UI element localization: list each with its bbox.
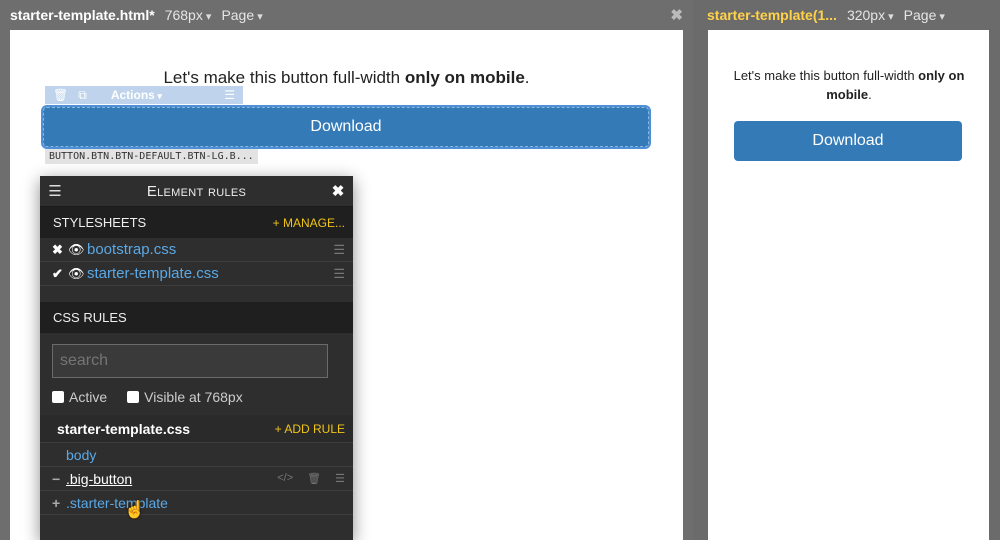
search-wrap	[40, 333, 353, 378]
download-button-selected[interactable]: Download	[41, 105, 651, 149]
visible-checkbox[interactable]: Visible at 768px	[127, 389, 243, 405]
close-icon[interactable]: ✖	[670, 6, 683, 24]
active-checkbox[interactable]: Active	[52, 389, 107, 405]
selection-toolbar: 🗑 ⧉ Actions ☰	[45, 86, 243, 104]
right-viewport-dropdown[interactable]: 320px	[847, 7, 894, 23]
right-pane: starter-template(1... 320px Page Let's m…	[697, 0, 1000, 540]
download-button-mobile[interactable]: Download	[734, 121, 962, 161]
rule-item[interactable]: body	[40, 443, 353, 467]
visible-label: Visible at 768px	[144, 389, 243, 405]
rule-file-header: starter-template.css + ADD RULE	[40, 415, 353, 443]
stylesheet-row[interactable]: ✖ 👁 bootstrap.css ☰	[40, 238, 353, 262]
stylesheet-name[interactable]: starter-template.css	[87, 265, 333, 282]
rule-name[interactable]: body	[66, 447, 345, 463]
eye-icon[interactable]: 👁	[68, 266, 87, 282]
selector-path: BUTTON.BTN.BTN-DEFAULT.BTN-LG.B...	[45, 149, 258, 164]
rule-tools: </> 🗑 ☰	[277, 472, 345, 485]
remove-icon[interactable]: ✖	[52, 242, 68, 258]
stylesheet-name[interactable]: bootstrap.css	[87, 241, 333, 258]
lead-end: .	[524, 68, 530, 87]
checkbox-box[interactable]	[127, 391, 140, 403]
right-preview-page: Let's make this button full-width only o…	[708, 30, 989, 540]
menu-icon[interactable]: ☰	[224, 88, 235, 102]
lead-end: .	[868, 87, 872, 102]
rule-name[interactable]: .big-button	[66, 471, 277, 487]
right-tab-title[interactable]: starter-template(1...	[707, 7, 837, 23]
check-icon[interactable]: ✔	[52, 266, 68, 282]
stylesheets-label: STYLESHEETS	[53, 215, 147, 230]
css-rules-header: CSS RULES	[40, 302, 353, 333]
rule-item[interactable]: + .starter-template	[40, 491, 353, 515]
rule-item-active[interactable]: − .big-button </> 🗑 ☰	[40, 467, 353, 491]
collapse-icon[interactable]: −	[52, 471, 66, 487]
actions-menu[interactable]: Actions	[111, 88, 162, 102]
rule-filters: Active Visible at 768px	[40, 378, 353, 405]
search-input[interactable]	[52, 344, 328, 378]
left-tabbar: starter-template.html* 768px Page ✖	[0, 0, 693, 30]
duplicate-icon[interactable]: ⧉	[78, 88, 87, 103]
panel-header: ☰ Element rules ✖	[40, 176, 353, 207]
active-label: Active	[69, 389, 108, 405]
drag-handle-icon[interactable]: ☰	[333, 242, 345, 258]
left-viewport-dropdown[interactable]: 768px	[165, 7, 212, 23]
panel-title: Element rules	[146, 182, 247, 200]
element-rules-panel: ☰ Element rules ✖ STYLESHEETS + MANAGE..…	[40, 176, 353, 540]
right-page-dropdown[interactable]: Page	[904, 7, 945, 23]
drag-handle-icon[interactable]: ☰	[333, 266, 345, 282]
css-rules-label: CSS RULES	[53, 310, 127, 325]
menu-icon[interactable]: ☰	[40, 182, 70, 200]
lead-text: Let's make this button full-width	[733, 68, 919, 83]
expand-icon[interactable]: +	[52, 495, 66, 511]
lead-text: Let's make this button full-width	[163, 68, 405, 87]
trash-icon[interactable]: 🗑	[53, 88, 68, 102]
left-tab-title[interactable]: starter-template.html*	[10, 7, 155, 23]
stylesheets-header: STYLESHEETS + MANAGE...	[40, 207, 353, 238]
eye-icon[interactable]: 👁	[68, 242, 87, 258]
hand-cursor-icon: ☝	[124, 500, 146, 519]
stylesheet-row[interactable]: ✔ 👁 starter-template.css ☰	[40, 262, 353, 286]
code-icon[interactable]: </>	[277, 472, 293, 485]
trash-icon[interactable]: 🗑	[307, 472, 321, 485]
lead-bold: only on mobile	[404, 68, 525, 87]
checkbox-box[interactable]	[52, 391, 64, 403]
lead-paragraph: Let's make this button full-width only o…	[10, 68, 683, 88]
rule-file-name: starter-template.css	[57, 420, 191, 437]
left-page-dropdown[interactable]: Page	[221, 7, 262, 23]
close-icon[interactable]: ✖	[323, 182, 353, 200]
editor-window: starter-template.html* 768px Page ✖ Let'…	[0, 0, 1000, 540]
right-tabbar: starter-template(1... 320px Page	[697, 0, 1000, 30]
add-rule-link[interactable]: + ADD RULE	[275, 422, 345, 436]
lead-paragraph-mobile: Let's make this button full-width only o…	[722, 66, 976, 104]
drag-handle-icon[interactable]: ☰	[335, 472, 345, 485]
rule-name[interactable]: .starter-template	[66, 495, 345, 511]
manage-link[interactable]: + MANAGE...	[273, 216, 345, 230]
